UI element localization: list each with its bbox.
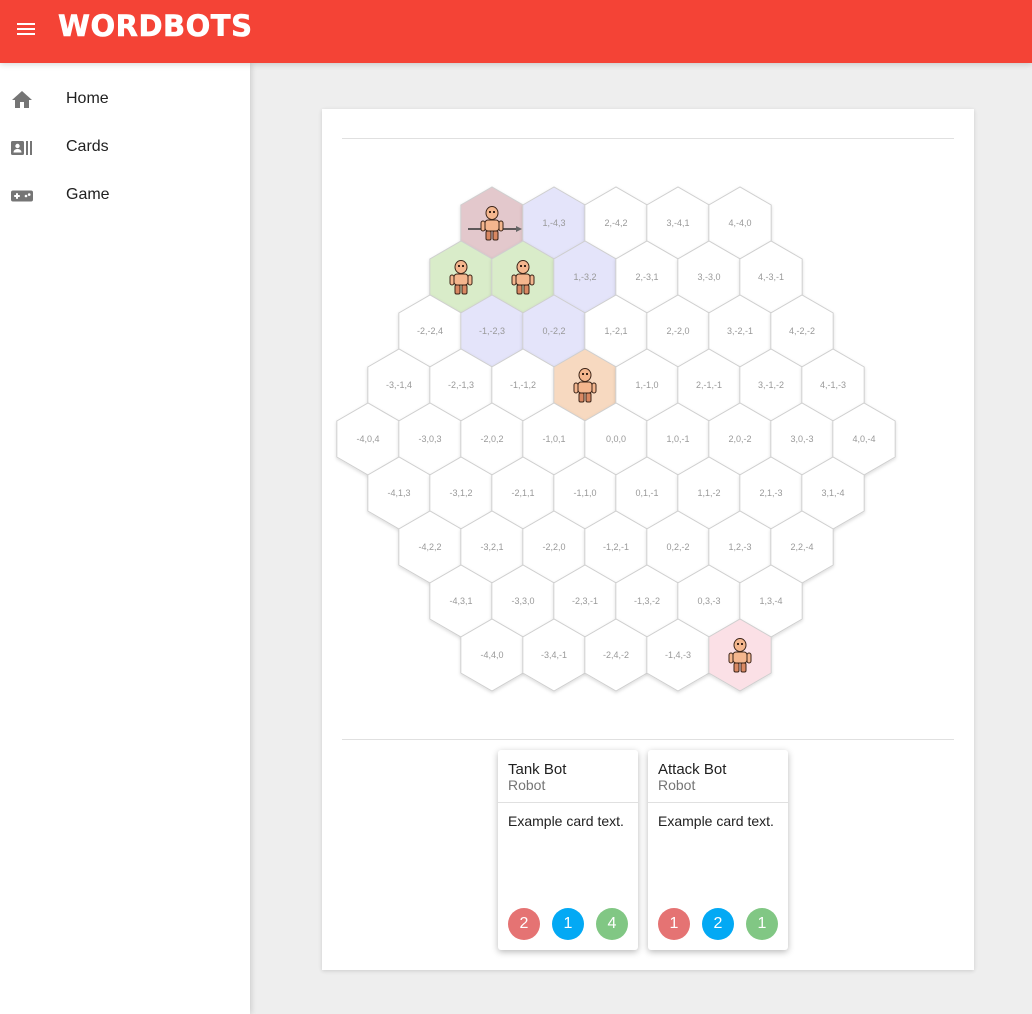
- hex-coordinate-label: -2,3,-1: [572, 596, 598, 606]
- card-divider: [498, 802, 638, 803]
- card-name: Tank Bot: [508, 761, 567, 778]
- hex-coordinate-label: 0,3,-3: [697, 596, 720, 606]
- card-name: Attack Bot: [658, 761, 727, 778]
- hex-coordinate-label: 2,-2,0: [666, 326, 689, 336]
- hex-coordinate-label: -2,2,0: [542, 542, 565, 552]
- card-health-badge: 1: [746, 908, 778, 940]
- menu-icon[interactable]: [8, 11, 46, 49]
- hex-coordinate-label: -3,1,2: [449, 488, 472, 498]
- hex-coordinate-label: 1,-4,3: [542, 218, 565, 228]
- sidebar-item-game[interactable]: Game: [0, 172, 250, 220]
- hex-coordinate-label: 2,1,-3: [759, 488, 782, 498]
- hex-coordinate-label: 1,2,-3: [728, 542, 751, 552]
- hex-coordinate-label: 2,-3,1: [635, 272, 658, 282]
- hex-coordinate-label: -3,2,1: [480, 542, 503, 552]
- hex-coordinate-label: 2,0,-2: [728, 434, 751, 444]
- card-type: Robot: [658, 777, 696, 793]
- hex-coordinate-label: 4,-1,-3: [820, 380, 846, 390]
- hex-coordinate-label: -2,-1,3: [448, 380, 474, 390]
- hex-coordinate-label: -1,2,-1: [603, 542, 629, 552]
- hex-coordinate-label: 3,1,-4: [821, 488, 844, 498]
- hex-coordinate-label: 1,-2,1: [604, 326, 627, 336]
- sidebar-item-home[interactable]: Home: [0, 76, 250, 124]
- game-panel: 1,-4,3 2,-4,2 3,-4,1 4,-4,0 1,-3,2 2,-3,1 3,-3…: [322, 109, 974, 970]
- hex-coordinate-label: -3,-1,4: [386, 380, 412, 390]
- hex-coordinate-label: 3,-2,-1: [727, 326, 753, 336]
- home-icon: [12, 91, 32, 108]
- card-divider: [648, 802, 788, 803]
- gamepad-icon: [11, 190, 33, 202]
- hex-coordinate-label: -1,0,1: [542, 434, 565, 444]
- hex-coordinate-label: 0,1,-1: [635, 488, 658, 498]
- card-type: Robot: [508, 777, 546, 793]
- hex-coordinate-label: -2,0,2: [480, 434, 503, 444]
- hex-coordinate-label: -1,1,0: [573, 488, 596, 498]
- hex-coordinate-label: 1,-3,2: [573, 272, 596, 282]
- card-cost-badge: 2: [508, 908, 540, 940]
- hex-coordinate-label: 2,-4,2: [604, 218, 627, 228]
- hex-coordinate-label: 0,0,0: [606, 434, 626, 444]
- card-attack-bot[interactable]: Attack Bot Robot Example card text. 1 2 …: [648, 750, 788, 950]
- hand-divider: [342, 739, 954, 740]
- sidebar-item-label: Cards: [66, 138, 109, 155]
- hex-coordinate-label: -4,0,4: [356, 434, 379, 444]
- hex-coordinate-label: -4,2,2: [418, 542, 441, 552]
- card-text: Example card text.: [508, 813, 624, 829]
- card-attack-badge: 1: [552, 908, 584, 940]
- sidebar: Home Cards Game: [0, 63, 250, 1014]
- card-cost-badge: 1: [658, 908, 690, 940]
- hex-coordinate-label: -3,0,3: [418, 434, 441, 444]
- hex-coordinate-label: 3,-1,-2: [758, 380, 784, 390]
- hex-coordinate-label: -1,-2,3: [479, 326, 505, 336]
- hex-coordinate-label: 4,-4,0: [728, 218, 751, 228]
- hex-coordinate-label: 3,-3,0: [697, 272, 720, 282]
- hex-coordinate-label: -4,1,3: [387, 488, 410, 498]
- hex-coordinate-label: 3,-4,1: [666, 218, 689, 228]
- hex-coordinate-label: -3,4,-1: [541, 650, 567, 660]
- hex-coordinate-label: 4,-2,-2: [789, 326, 815, 336]
- hex-coordinate-label: -2,4,-2: [603, 650, 629, 660]
- hex-coordinate-label: 3,0,-3: [790, 434, 813, 444]
- hex-coordinate-label: 2,2,-4: [790, 542, 813, 552]
- hex-coordinate-label: 0,2,-2: [666, 542, 689, 552]
- hex-board[interactable]: 1,-4,3 2,-4,2 3,-4,1 4,-4,0 1,-3,2 2,-3,1 3,-3…: [322, 109, 974, 709]
- hex-coordinate-label: -1,-1,2: [510, 380, 536, 390]
- card-text: Example card text.: [658, 813, 774, 829]
- hex-coordinate-label: 1,-1,0: [635, 380, 658, 390]
- hex-coordinate-label: 0,-2,2: [542, 326, 565, 336]
- sidebar-item-cards[interactable]: Cards: [0, 124, 250, 172]
- hex-coordinate-label: -2,-2,4: [417, 326, 443, 336]
- hex-coordinate-label: 4,-3,-1: [758, 272, 784, 282]
- hex-coordinate-label: 4,0,-4: [852, 434, 875, 444]
- hex-coordinate-label: -2,1,1: [511, 488, 534, 498]
- hex-coordinate-label: 1,0,-1: [666, 434, 689, 444]
- hex-coordinate-label: 1,1,-2: [697, 488, 720, 498]
- sidebar-item-label: Home: [66, 90, 109, 107]
- card-attack-badge: 2: [702, 908, 734, 940]
- hex-coordinate-label: -3,3,0: [511, 596, 534, 606]
- hex-coordinate-label: -4,3,1: [449, 596, 472, 606]
- cards-icon: [11, 141, 32, 155]
- hex-coordinate-label: -1,3,-2: [634, 596, 660, 606]
- app-title[interactable]: WORDBOTS: [58, 6, 253, 46]
- sidebar-item-label: Game: [66, 186, 110, 203]
- hex-coordinate-label: -1,4,-3: [665, 650, 691, 660]
- hex-coordinate-label: 2,-1,-1: [696, 380, 722, 390]
- hex-coordinate-label: 1,3,-4: [759, 596, 782, 606]
- app-bar: WORDBOTS: [0, 0, 1032, 63]
- card-health-badge: 4: [596, 908, 628, 940]
- hex-coordinate-label: -4,4,0: [480, 650, 503, 660]
- card-tank-bot[interactable]: Tank Bot Robot Example card text. 2 1 4: [498, 750, 638, 950]
